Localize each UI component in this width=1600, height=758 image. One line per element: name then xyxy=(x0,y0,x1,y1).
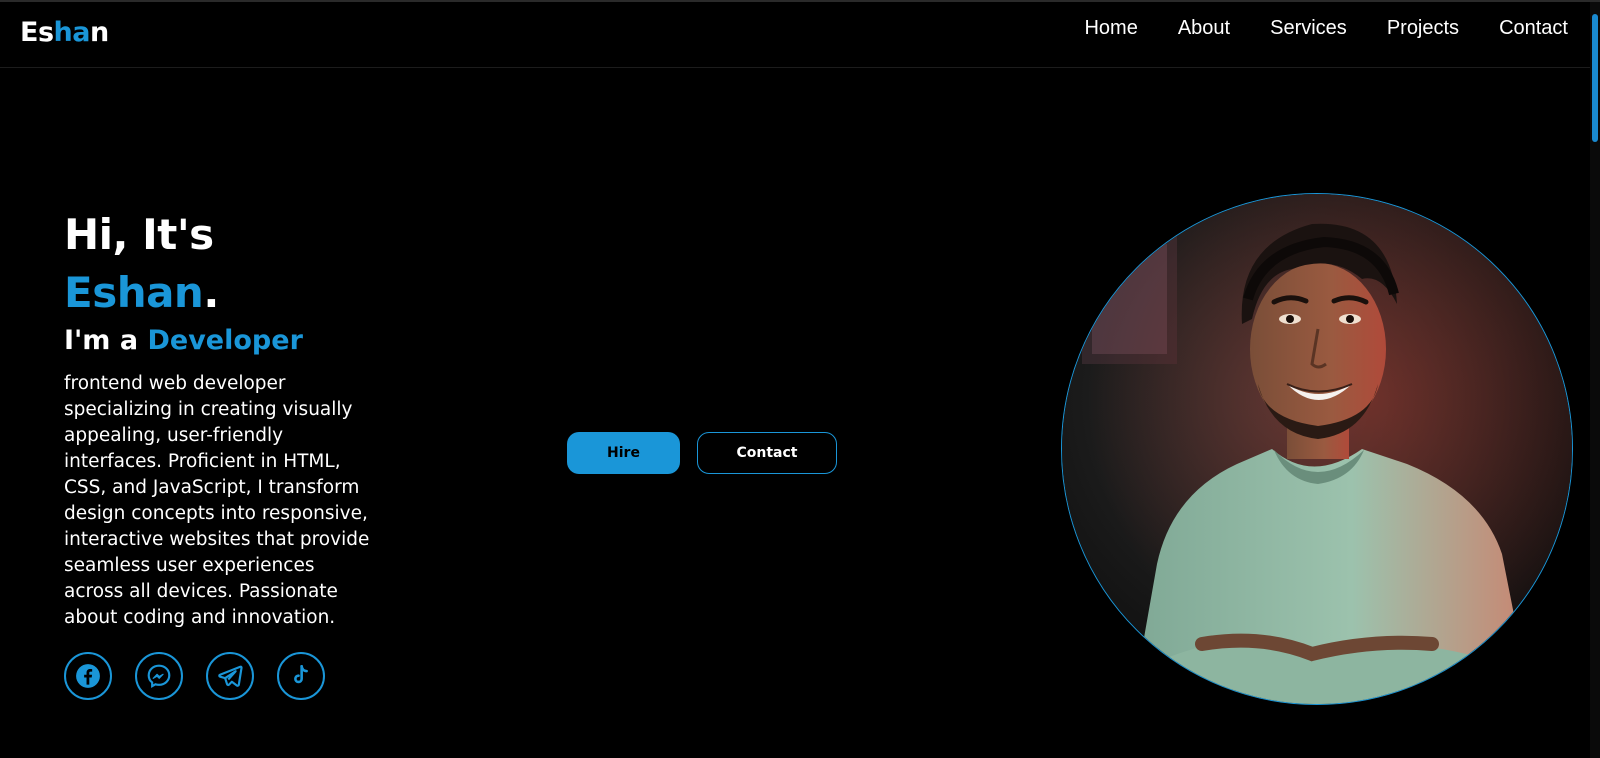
hero-name-text: Eshan xyxy=(64,268,204,317)
profile-photo-illustration xyxy=(1062,194,1572,704)
hero-name: Eshan. xyxy=(64,263,374,323)
social-links xyxy=(64,652,325,700)
contact-button[interactable]: Contact xyxy=(697,432,837,474)
nav-contact[interactable]: Contact xyxy=(1499,17,1568,40)
telegram-icon xyxy=(218,665,243,687)
hero-role: I'm a Developer xyxy=(64,323,374,359)
scrollbar-thumb[interactable] xyxy=(1592,14,1598,142)
nav-home[interactable]: Home xyxy=(1084,17,1137,40)
logo-part-2: ha xyxy=(53,17,91,48)
messenger-icon xyxy=(147,664,171,689)
hero-role-prefix: I'm a xyxy=(64,325,139,356)
logo-part-3: n xyxy=(89,17,109,48)
social-facebook[interactable] xyxy=(64,652,112,700)
main-nav: Home About Services Projects Contact xyxy=(1084,17,1568,40)
nav-projects[interactable]: Projects xyxy=(1387,17,1459,40)
logo-part-1: Es xyxy=(20,17,54,48)
tiktok-icon xyxy=(294,664,308,684)
hero-role-title: Developer xyxy=(147,325,303,356)
facebook-icon xyxy=(76,664,100,688)
hero-greeting: Hi, It's xyxy=(64,210,214,259)
logo[interactable]: Eshan xyxy=(20,17,109,48)
hero-text: Hi, It's Eshan. I'm a Developer frontend… xyxy=(64,207,374,631)
hero-buttons: Hire Contact xyxy=(567,432,837,474)
profile-photo xyxy=(1061,193,1573,705)
hero-name-dot: . xyxy=(203,268,219,317)
nav-about[interactable]: About xyxy=(1178,17,1230,40)
social-messenger[interactable] xyxy=(135,652,183,700)
page: Eshan Home About Services Projects Conta… xyxy=(0,0,1600,758)
social-tiktok[interactable] xyxy=(277,652,325,700)
hero-bio: frontend web developer specializing in c… xyxy=(64,373,370,628)
hire-button[interactable]: Hire xyxy=(567,432,680,474)
site-header: Eshan Home About Services Projects Conta… xyxy=(0,2,1590,68)
social-telegram[interactable] xyxy=(206,652,254,700)
page-scrollbar[interactable] xyxy=(1590,2,1600,758)
nav-services[interactable]: Services xyxy=(1270,17,1347,40)
